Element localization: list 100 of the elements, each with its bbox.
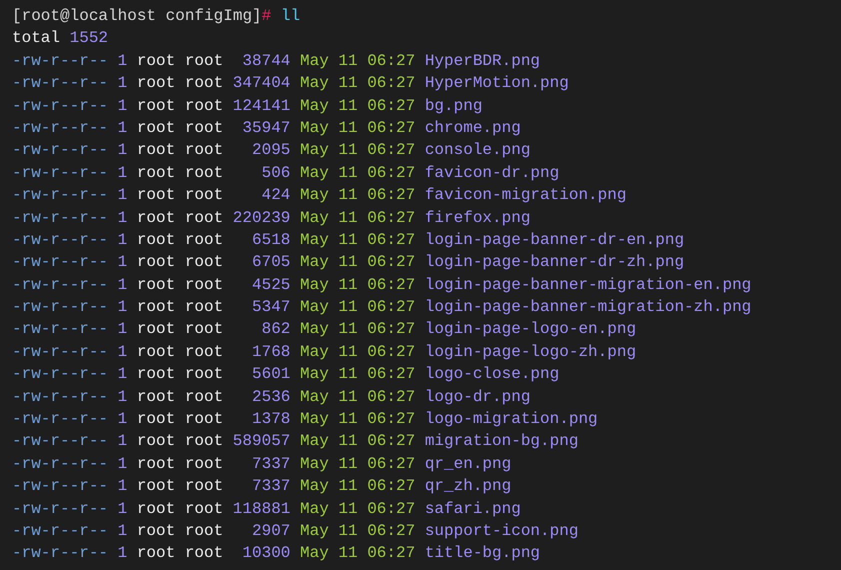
link-count: 1 [118,162,128,184]
day-text: 11 [338,319,358,340]
permissions-text: -rw-r--r-- [12,409,108,430]
group-text: root [184,476,224,498]
file-name: bg.png [424,96,482,117]
group-text: root [184,252,224,274]
owner-text: root [136,409,176,430]
day-text: 11 [338,73,358,94]
time-text: 06:27 [367,162,416,184]
file-name: support-icon.png [424,520,578,542]
file-name: login-page-logo-en.png [424,319,636,340]
owner-text: root [136,140,176,162]
link-count: 1 [118,274,128,296]
day-text: 11 [338,185,358,206]
permissions-text: -rw-r--r-- [12,118,108,139]
time-text: 06:27 [367,520,416,542]
prompt-text: [root@localhost configImg] [12,6,262,27]
permissions-text: -rw-r--r-- [12,230,108,251]
month-text: May [300,476,329,498]
file-name: safari.png [424,498,521,520]
time-text: 06:27 [367,230,416,251]
link-count: 1 [118,73,128,94]
day-text: 11 [338,409,358,430]
month-text: May [300,297,329,318]
time-text: 06:27 [367,543,416,564]
day-text: 11 [338,364,358,386]
month-text: May [300,454,329,475]
time-text: 06:27 [367,185,416,206]
owner-text: root [136,520,176,542]
day-text: 11 [338,297,358,318]
permissions-text: -rw-r--r-- [12,454,108,475]
owner-text: root [136,543,176,564]
group-text: root [184,50,224,72]
file-name: login-page-logo-zh.png [424,342,636,363]
file-name: firefox.png [424,208,530,229]
group-text: root [184,409,224,430]
permissions-text: -rw-r--r-- [12,364,108,386]
file-name: logo-dr.png [424,386,530,408]
month-text: May [300,342,329,363]
owner-text: root [136,50,176,72]
day-text: 11 [338,162,358,184]
group-text: root [184,96,224,117]
group-text: root [184,208,224,229]
file-size: 424 [262,185,290,206]
file-name: favicon-migration.png [424,185,626,206]
month-text: May [300,498,329,520]
permissions-text: -rw-r--r-- [12,476,108,498]
file-name: logo-close.png [424,364,560,386]
month-text: May [300,162,329,184]
link-count: 1 [118,319,128,340]
month-text: May [300,73,329,94]
owner-text: root [136,274,176,296]
group-text: root [184,118,224,139]
time-text: 06:27 [367,431,416,452]
file-size: 347404 [232,73,290,94]
owner-text: root [136,185,176,206]
file-name: HyperMotion.png [424,73,569,94]
permissions-text: -rw-r--r-- [12,498,108,520]
prompt-symbol: # [262,6,272,27]
day-text: 11 [338,140,358,162]
group-text: root [184,520,224,542]
permissions-text: -rw-r--r-- [12,431,108,452]
file-size: 6518 [252,230,290,251]
owner-text: root [136,297,176,318]
link-count: 1 [118,520,128,542]
link-count: 1 [118,431,128,452]
group-text: root [184,498,224,520]
month-text: May [300,431,329,452]
link-count: 1 [118,118,128,139]
time-text: 06:27 [367,409,416,430]
link-count: 1 [118,454,128,475]
owner-text: root [136,252,176,274]
owner-text: root [136,342,176,363]
file-size: 124141 [232,96,290,117]
permissions-text: -rw-r--r-- [12,140,108,162]
time-text: 06:27 [367,208,416,229]
group-text: root [184,185,224,206]
link-count: 1 [118,342,128,363]
month-text: May [300,386,329,408]
group-text: root [184,386,224,408]
group-text: root [184,543,224,564]
owner-text: root [136,230,176,251]
link-count: 1 [118,252,128,274]
day-text: 11 [338,520,358,542]
group-text: root [184,297,224,318]
link-count: 1 [118,50,128,72]
time-text: 06:27 [367,476,416,498]
time-text: 06:27 [367,454,416,475]
file-size: 7337 [252,476,290,498]
file-size: 5347 [252,297,290,318]
month-text: May [300,319,329,340]
link-count: 1 [118,96,128,117]
day-text: 11 [338,208,358,229]
day-text: 11 [338,476,358,498]
file-size: 2907 [252,520,290,542]
link-count: 1 [118,140,128,162]
file-size: 7337 [252,454,290,475]
file-size: 35947 [242,118,290,139]
permissions-text: -rw-r--r-- [12,386,108,408]
permissions-text: -rw-r--r-- [12,73,108,94]
